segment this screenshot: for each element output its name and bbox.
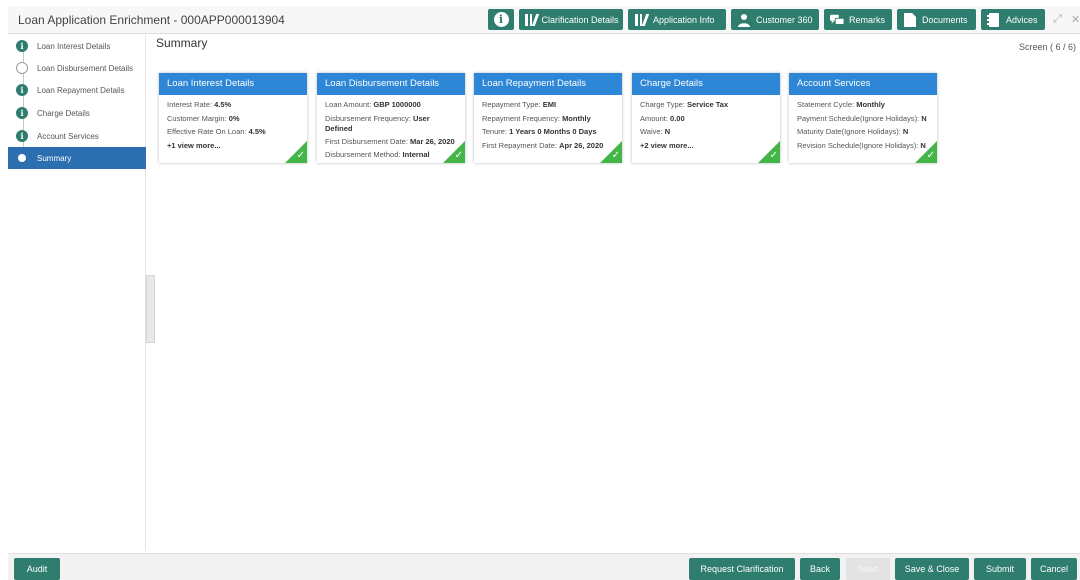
card-row: Effective Rate On Loan: 4.5% bbox=[167, 127, 266, 137]
document-icon bbox=[903, 12, 917, 27]
current-step-icon bbox=[18, 154, 26, 162]
sidebar-item-loan-disbursement-details[interactable]: Loan Disbursement Details bbox=[8, 57, 146, 79]
footer-bar: Audit Request Clarification Back Next Sa… bbox=[8, 553, 1080, 580]
info-icon: i bbox=[16, 40, 28, 52]
customer-360-button[interactable]: Customer 360 bbox=[731, 9, 819, 30]
info-button[interactable]: i bbox=[488, 9, 514, 30]
screen-indicator: Screen ( 6 / 6) bbox=[1018, 42, 1076, 52]
card-title: Loan Repayment Details bbox=[474, 73, 622, 95]
remarks-button[interactable]: Remarks bbox=[824, 9, 892, 30]
card-row: Loan Amount: GBP 1000000 bbox=[325, 100, 421, 109]
sidebar-item-label: Summary bbox=[37, 153, 72, 163]
card-row: Disbursement Frequency: User Defined bbox=[325, 113, 430, 133]
back-button[interactable]: Back bbox=[800, 558, 840, 580]
advices-button[interactable]: Advices bbox=[981, 9, 1045, 30]
info-icon: i bbox=[493, 12, 509, 27]
card-row: Waive: N bbox=[640, 127, 671, 137]
summary-card-loan-disbursement[interactable]: Loan Disbursement Details Loan Amount: G… bbox=[317, 73, 465, 163]
summary-card-loan-interest[interactable]: Loan Interest Details Interest Rate: 4.5… bbox=[159, 73, 307, 163]
card-row: Payment Schedule(Ignore Holidays): N bbox=[797, 113, 927, 123]
summary-card-account-services[interactable]: Account Services Statement Cycle: Monthl… bbox=[789, 73, 937, 163]
card-row: Repayment Frequency: Monthly bbox=[482, 113, 591, 123]
customer-360-label: Customer 360 bbox=[756, 14, 813, 25]
sidebar-nav: i Loan Interest Details Loan Disbursemen… bbox=[8, 35, 146, 551]
card-row: Charge Type: Service Tax bbox=[640, 100, 729, 109]
sidebar-item-label: Loan Disbursement Details bbox=[37, 63, 134, 73]
save-close-button[interactable]: Save & Close bbox=[895, 558, 969, 580]
cancel-button[interactable]: Cancel bbox=[1031, 558, 1077, 580]
summary-card-charge-details[interactable]: Charge Details Charge Type: Service Tax … bbox=[632, 73, 780, 163]
checkmark-icon: ✓ bbox=[769, 150, 778, 161]
submit-button[interactable]: Submit bbox=[974, 558, 1026, 580]
info-icon: i bbox=[16, 107, 28, 119]
application-info-label: Application Info bbox=[653, 14, 715, 25]
expand-icon[interactable]: ⤢ bbox=[1053, 13, 1062, 26]
clarification-details-button[interactable]: Clarification Details bbox=[519, 9, 623, 30]
card-title: Loan Disbursement Details bbox=[317, 73, 465, 95]
sidebar-item-loan-interest-details[interactable]: i Loan Interest Details bbox=[8, 35, 146, 57]
person-icon bbox=[737, 13, 751, 27]
checkmark-icon: ✓ bbox=[926, 150, 935, 161]
sidebar-resize-handle[interactable] bbox=[146, 275, 155, 343]
advices-label: Advices bbox=[1006, 14, 1038, 25]
next-button[interactable]: Next bbox=[846, 558, 890, 580]
info-icon: i bbox=[16, 84, 28, 96]
audit-button[interactable]: Audit bbox=[14, 558, 60, 580]
sidebar-item-label: Loan Repayment Details bbox=[37, 85, 125, 95]
application-info-button[interactable]: Application Info bbox=[628, 9, 726, 30]
sidebar-item-label: Account Services bbox=[37, 131, 99, 141]
documents-label: Documents bbox=[922, 14, 968, 25]
card-row: Interest Rate: 4.5% bbox=[167, 100, 232, 109]
sidebar-item-account-services[interactable]: i Account Services bbox=[8, 125, 146, 147]
empty-circle-icon bbox=[16, 62, 28, 74]
card-title: Account Services bbox=[789, 73, 937, 95]
clarification-details-label: Clarification Details bbox=[541, 14, 619, 25]
window-title: Loan Application Enrichment - 000APP0000… bbox=[18, 13, 285, 27]
card-row: Customer Margin: 0% bbox=[167, 113, 240, 123]
sidebar-item-label: Charge Details bbox=[37, 108, 90, 118]
card-row: Statement Cycle: Monthly bbox=[797, 100, 885, 109]
bars-icon bbox=[634, 13, 649, 27]
request-clarification-button[interactable]: Request Clarification bbox=[689, 558, 795, 580]
card-title: Loan Interest Details bbox=[159, 73, 307, 95]
chat-icon bbox=[830, 13, 844, 27]
info-icon: i bbox=[16, 130, 28, 142]
bars-icon bbox=[525, 13, 539, 27]
advices-icon bbox=[987, 12, 1001, 27]
sidebar-item-charge-details[interactable]: i Charge Details bbox=[8, 102, 146, 124]
documents-button[interactable]: Documents bbox=[897, 9, 976, 30]
card-row: Repayment Type: EMI bbox=[482, 100, 557, 109]
card-row: Maturity Date(Ignore Holidays): N bbox=[797, 127, 909, 137]
sidebar-item-summary[interactable]: Summary bbox=[8, 147, 146, 169]
page-title: Summary bbox=[156, 36, 208, 50]
sidebar-item-label: Loan Interest Details bbox=[37, 41, 111, 51]
checkmark-icon: ✓ bbox=[611, 150, 620, 161]
checkmark-icon: ✓ bbox=[296, 150, 305, 161]
checkmark-icon: ✓ bbox=[454, 150, 463, 161]
card-row: Tenure: 1 Years 0 Months 0 Days bbox=[482, 127, 597, 137]
title-bar: Loan Application Enrichment - 000APP0000… bbox=[8, 6, 1080, 34]
card-row: Amount: 0.00 bbox=[640, 113, 685, 123]
sidebar-item-loan-repayment-details[interactable]: i Loan Repayment Details bbox=[8, 79, 146, 101]
summary-card-loan-repayment[interactable]: Loan Repayment Details Repayment Type: E… bbox=[474, 73, 622, 163]
close-icon[interactable]: ✕ bbox=[1071, 13, 1080, 26]
remarks-label: Remarks bbox=[849, 14, 886, 25]
card-title: Charge Details bbox=[632, 73, 780, 95]
